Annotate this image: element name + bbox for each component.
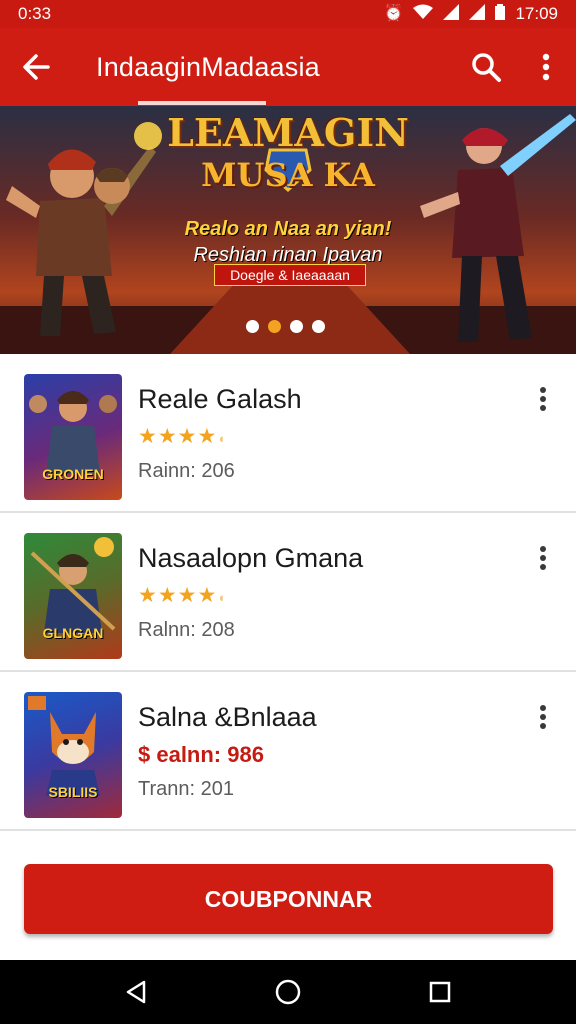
half-star-icon: ◖ (217, 431, 227, 446)
wifi-icon (413, 4, 434, 25)
status-time: 0:33 (18, 4, 52, 23)
game-meta: Ralnn: 208 (138, 619, 235, 641)
star-rating: ★★★★◖ (138, 583, 226, 608)
banner-title: LEAMAGIN (167, 110, 409, 155)
more-vertical-icon (540, 387, 546, 411)
game-list: GRONEN Reale Galash ★★★★◖ Rainn: 206 GLN… (0, 354, 576, 831)
item-more-button[interactable] (530, 543, 556, 573)
banner-tagline: Realo an Naa an yian! (184, 218, 392, 240)
nav-recents-button[interactable] (416, 968, 464, 1016)
nav-home-button[interactable] (264, 968, 312, 1016)
nav-back-button[interactable] (112, 968, 160, 1016)
more-vertical-icon (540, 546, 546, 570)
status-bar: 0:33 ⏰ 17:09 (0, 0, 576, 28)
signal-icon-2 (469, 3, 486, 25)
app-title: IndaaginMadaasia (96, 51, 320, 82)
list-item[interactable]: SBILIIS Salna &Bnlaaa $ ealnn: 986 Trann… (0, 672, 576, 831)
half-star-icon: ◖ (217, 590, 227, 605)
battery-icon (495, 3, 506, 25)
more-vertical-icon (542, 53, 550, 81)
back-button[interactable] (0, 28, 72, 106)
overflow-menu-button[interactable] (516, 28, 576, 106)
nav-home-icon (275, 979, 301, 1005)
banner-carousel[interactable]: LEAMAGIN MUSA KA Realo an Naa an yian! R… (0, 106, 576, 354)
item-more-button[interactable] (530, 384, 556, 414)
nav-recents-icon (429, 981, 451, 1003)
game-title: Salna &Bnlaaa (138, 702, 317, 732)
thumbnail-label: GRONEN (42, 466, 104, 482)
game-meta: Trann: 201 (138, 778, 234, 800)
status-clock: 17:09 (515, 4, 558, 23)
game-thumbnail: GRONEN (24, 374, 122, 500)
star-icon: ★★★★ (138, 425, 218, 448)
tab-indicator (138, 101, 266, 105)
status-icons: ⏰ 17:09 (383, 3, 558, 25)
game-thumbnail: GLNGAN (24, 533, 122, 659)
nav-back-icon (126, 980, 146, 1004)
cta-button[interactable]: COUBPONNAR (24, 864, 553, 934)
carousel-dots (246, 320, 325, 333)
app-bar: IndaaginMadaasia (0, 28, 576, 106)
back-arrow-icon (23, 54, 50, 80)
game-title: Nasaalopn Gmana (138, 543, 364, 573)
item-more-button[interactable] (530, 702, 556, 732)
navigation-bar (0, 960, 576, 1024)
star-rating: ★★★★◖ (138, 424, 226, 449)
search-icon (472, 53, 501, 82)
game-meta: Rainn: 206 (138, 460, 235, 482)
carousel-dot[interactable] (290, 320, 303, 333)
list-item[interactable]: GRONEN Reale Galash ★★★★◖ Rainn: 206 (0, 354, 576, 513)
star-icon: ★★★★ (138, 584, 218, 607)
game-price: $ ealnn: 986 (138, 742, 264, 767)
carousel-dot[interactable] (312, 320, 325, 333)
alarm-icon: ⏰ (383, 5, 404, 22)
signal-icon (443, 3, 460, 25)
game-thumbnail: SBILIIS (24, 692, 122, 818)
thumbnail-label: SBILIIS (48, 784, 98, 800)
carousel-dot-active[interactable] (268, 320, 281, 333)
search-button[interactable] (456, 28, 516, 106)
game-title: Reale Galash (138, 384, 302, 414)
more-vertical-icon (540, 705, 546, 729)
carousel-dot[interactable] (246, 320, 259, 333)
thumbnail-label: GLNGAN (42, 625, 104, 641)
banner-subtitle: MUSA KA (201, 156, 375, 194)
list-item[interactable]: GLNGAN Nasaalopn Gmana ★★★★◖ Ralnn: 208 (0, 513, 576, 672)
banner-badge: Doegle & Iaeaaaan (214, 264, 366, 286)
